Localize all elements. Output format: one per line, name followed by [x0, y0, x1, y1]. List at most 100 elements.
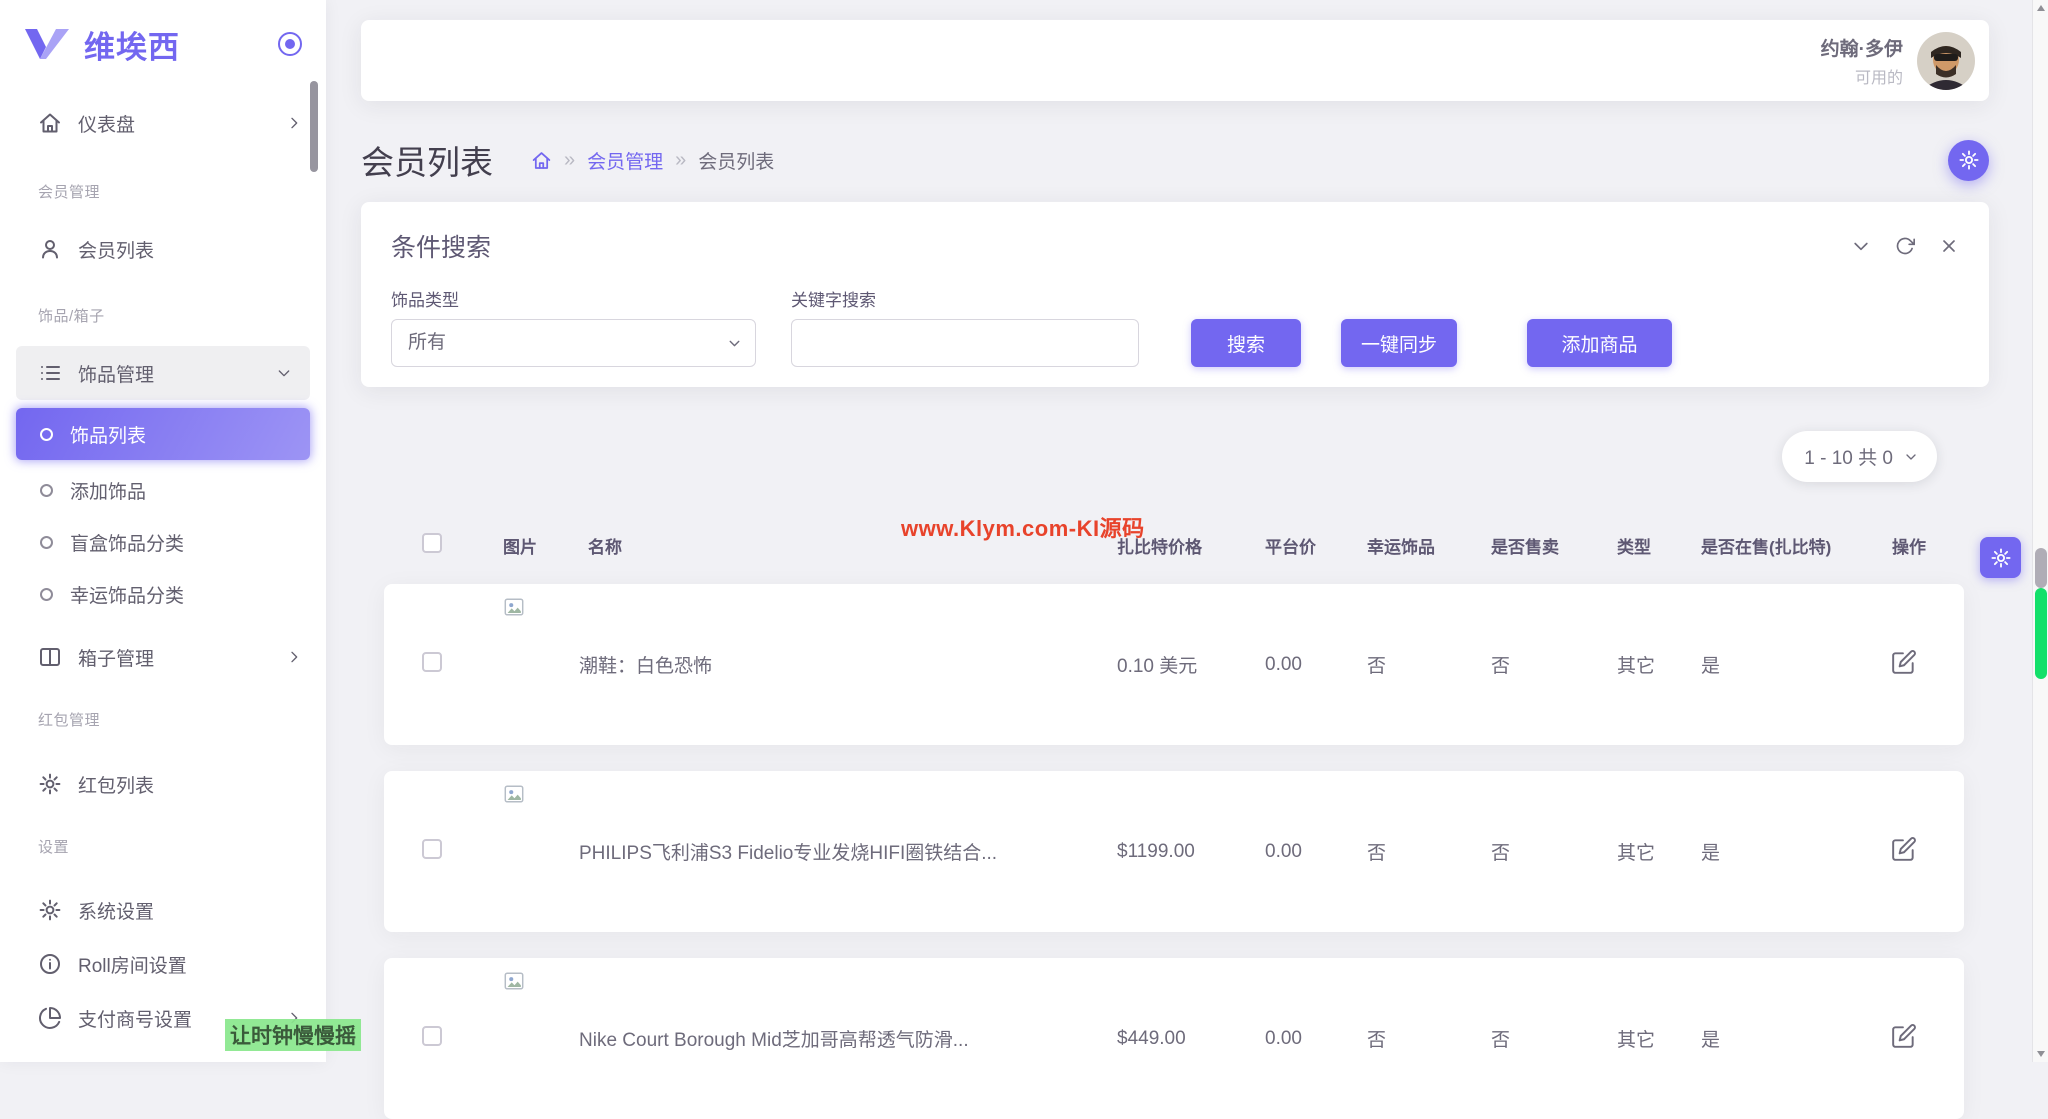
sidebar-header: 维埃西 — [0, 0, 326, 88]
chevron-down-icon — [1906, 453, 1916, 460]
sidebar-item-label: Roll房间设置 — [78, 955, 187, 977]
col-platform-price: 平台价 — [1265, 537, 1316, 557]
breadcrumb-current: 会员列表 — [698, 151, 775, 173]
center-watermark: www.Klym.com-KI源码 — [901, 516, 1145, 541]
scroll-down-arrow-icon[interactable] — [2037, 1051, 2045, 1057]
list-icon — [41, 366, 60, 380]
col-sellable: 是否售卖 — [1491, 537, 1559, 557]
cell-type: 其它 — [1617, 1030, 1656, 1051]
broken-image-icon — [504, 972, 524, 990]
edit-icon[interactable] — [1891, 836, 1917, 862]
col-image: 图片 — [503, 537, 537, 557]
sidebar-item-label: 仪表盘 — [78, 114, 136, 136]
collapse-chevron-icon[interactable] — [1851, 236, 1871, 256]
sidebar-item-lucky-category[interactable]: 幸运饰品分类 — [16, 568, 310, 620]
sidebar-item-box-mgmt[interactable]: 箱子管理 — [0, 630, 326, 684]
cell-sellable: 否 — [1491, 1030, 1511, 1051]
edit-icon[interactable] — [1891, 1023, 1917, 1049]
cell-zabit-price: 0.10 美元 — [1117, 656, 1198, 677]
gear-icon — [39, 899, 61, 921]
col-type: 类型 — [1617, 537, 1651, 557]
select-all-checkbox[interactable] — [422, 532, 442, 553]
search-form: 饰品类型 所有 关键字搜索 搜索 一键同步 添加商品 — [391, 286, 1959, 367]
cell-platform-price: 0.00 — [1265, 653, 1302, 675]
breadcrumb-separator: » — [675, 148, 687, 171]
info-icon — [40, 954, 60, 974]
broken-image-icon — [504, 785, 524, 803]
sidebar-item-label: 系统设置 — [78, 901, 155, 923]
gear-icon — [1990, 547, 2011, 568]
sidebar-item-label: 幸运饰品分类 — [70, 585, 185, 607]
avatar-image — [1917, 31, 1975, 90]
close-icon[interactable] — [1939, 236, 1959, 256]
cell-name: Nike Court Borough Mid芝加哥高帮透气防滑... — [579, 1030, 969, 1051]
page-settings-button[interactable] — [1948, 139, 1989, 181]
user-status: 可用的 — [1854, 69, 1903, 87]
breadcrumb-link-member-mgmt[interactable]: 会员管理 — [587, 147, 663, 174]
bullet-icon — [40, 535, 53, 549]
bullet-icon — [40, 483, 53, 497]
row-checkbox[interactable] — [422, 838, 442, 859]
sidebar-item-roll-room-settings[interactable]: Roll房间设置 — [0, 937, 326, 991]
keyword-field: 关键字搜索 — [791, 286, 1139, 367]
pagination-select[interactable]: 1 - 10 共 0 — [1782, 431, 1937, 482]
cell-on-sale: 是 — [1701, 843, 1721, 864]
col-on-sale: 是否在售(扎比特) — [1701, 537, 1832, 557]
brand-logo-icon — [25, 29, 69, 59]
window-scrollbar[interactable] — [2032, 0, 2048, 1062]
sidebar-item-label: 箱子管理 — [78, 648, 155, 670]
sidebar-item-label: 盲盒饰品分类 — [70, 533, 185, 555]
search-panel-actions — [1851, 236, 1959, 256]
refresh-icon[interactable] — [1895, 236, 1915, 256]
row-checkbox[interactable] — [422, 1025, 442, 1046]
search-button[interactable]: 搜索 — [1191, 319, 1301, 367]
sidebar-item-member-list[interactable]: 会员列表 — [0, 222, 326, 276]
user-avatar[interactable] — [1917, 31, 1975, 90]
breadcrumb-separator: » — [564, 148, 576, 171]
sidebar-item-blindbox-category[interactable]: 盲盒饰品分类 — [16, 516, 310, 568]
sidebar-item-label: 会员列表 — [78, 240, 155, 262]
sidebar-item-accessory-mgmt[interactable]: 饰品管理 — [16, 346, 310, 400]
col-lucky: 幸运饰品 — [1367, 537, 1435, 557]
sidebar-item-label: 支付商号设置 — [78, 1009, 193, 1031]
type-field: 饰品类型 所有 — [391, 286, 756, 367]
pagination-row: 1 - 10 共 0 — [326, 431, 1937, 482]
add-product-button[interactable]: 添加商品 — [1527, 319, 1672, 367]
search-panel-title: 条件搜索 — [391, 234, 492, 262]
section-label: 红包管理 — [38, 712, 101, 729]
cell-name: PHILIPS飞利浦S3 Fidelio专业发烧HIFI圈铁结合... — [579, 843, 998, 864]
home-icon — [40, 113, 60, 133]
row-checkbox[interactable] — [422, 651, 442, 672]
cell-sellable: 否 — [1491, 843, 1511, 864]
table-row: PHILIPS飞利浦S3 Fidelio专业发烧HIFI圈铁结合... $119… — [384, 771, 1964, 932]
customizer-toggle-button[interactable] — [1980, 537, 2021, 578]
broken-image-icon — [504, 598, 524, 616]
scrollbar-thumb[interactable] — [2035, 548, 2047, 588]
sidebar-item-accessory-list[interactable]: 饰品列表 — [16, 408, 310, 460]
user-name: 约翰·多伊 — [1820, 38, 1903, 60]
bullet-icon — [40, 587, 53, 601]
scroll-up-arrow-icon[interactable] — [2037, 5, 2045, 11]
search-panel: 条件搜索 饰品类型 所有 关键字搜索 搜索 一键同步 添加商品 — [361, 202, 1989, 387]
sync-button[interactable]: 一键同步 — [1341, 319, 1457, 367]
sidebar-item-redpacket-list[interactable]: 红包列表 — [0, 757, 326, 811]
sidebar-scrollbar-thumb[interactable] — [310, 81, 318, 172]
sidebar-item-system-settings[interactable]: 系统设置 — [0, 883, 326, 937]
bullet-icon — [40, 427, 53, 441]
keyword-input[interactable] — [791, 319, 1139, 367]
cell-platform-price: 0.00 — [1265, 1027, 1302, 1049]
box-icon — [40, 648, 60, 666]
edit-icon[interactable] — [1891, 649, 1917, 675]
menu-pin-toggle[interactable] — [278, 32, 302, 56]
gear-icon — [39, 773, 61, 795]
pie-chart-icon — [39, 1007, 61, 1029]
accessory-type-select[interactable]: 所有 — [391, 319, 756, 367]
sidebar-section-redpacket: 红包管理 — [0, 692, 326, 736]
cell-lucky: 否 — [1367, 1030, 1387, 1051]
sidebar-item-dashboard[interactable]: 仪表盘 — [0, 96, 326, 150]
section-label: 饰品/箱子 — [38, 308, 105, 325]
corner-watermark: 让时钟慢慢摇 — [225, 1019, 361, 1051]
sidebar-item-add-accessory[interactable]: 添加饰品 — [16, 464, 310, 516]
cell-type: 其它 — [1617, 656, 1656, 677]
home-icon[interactable] — [531, 150, 552, 171]
